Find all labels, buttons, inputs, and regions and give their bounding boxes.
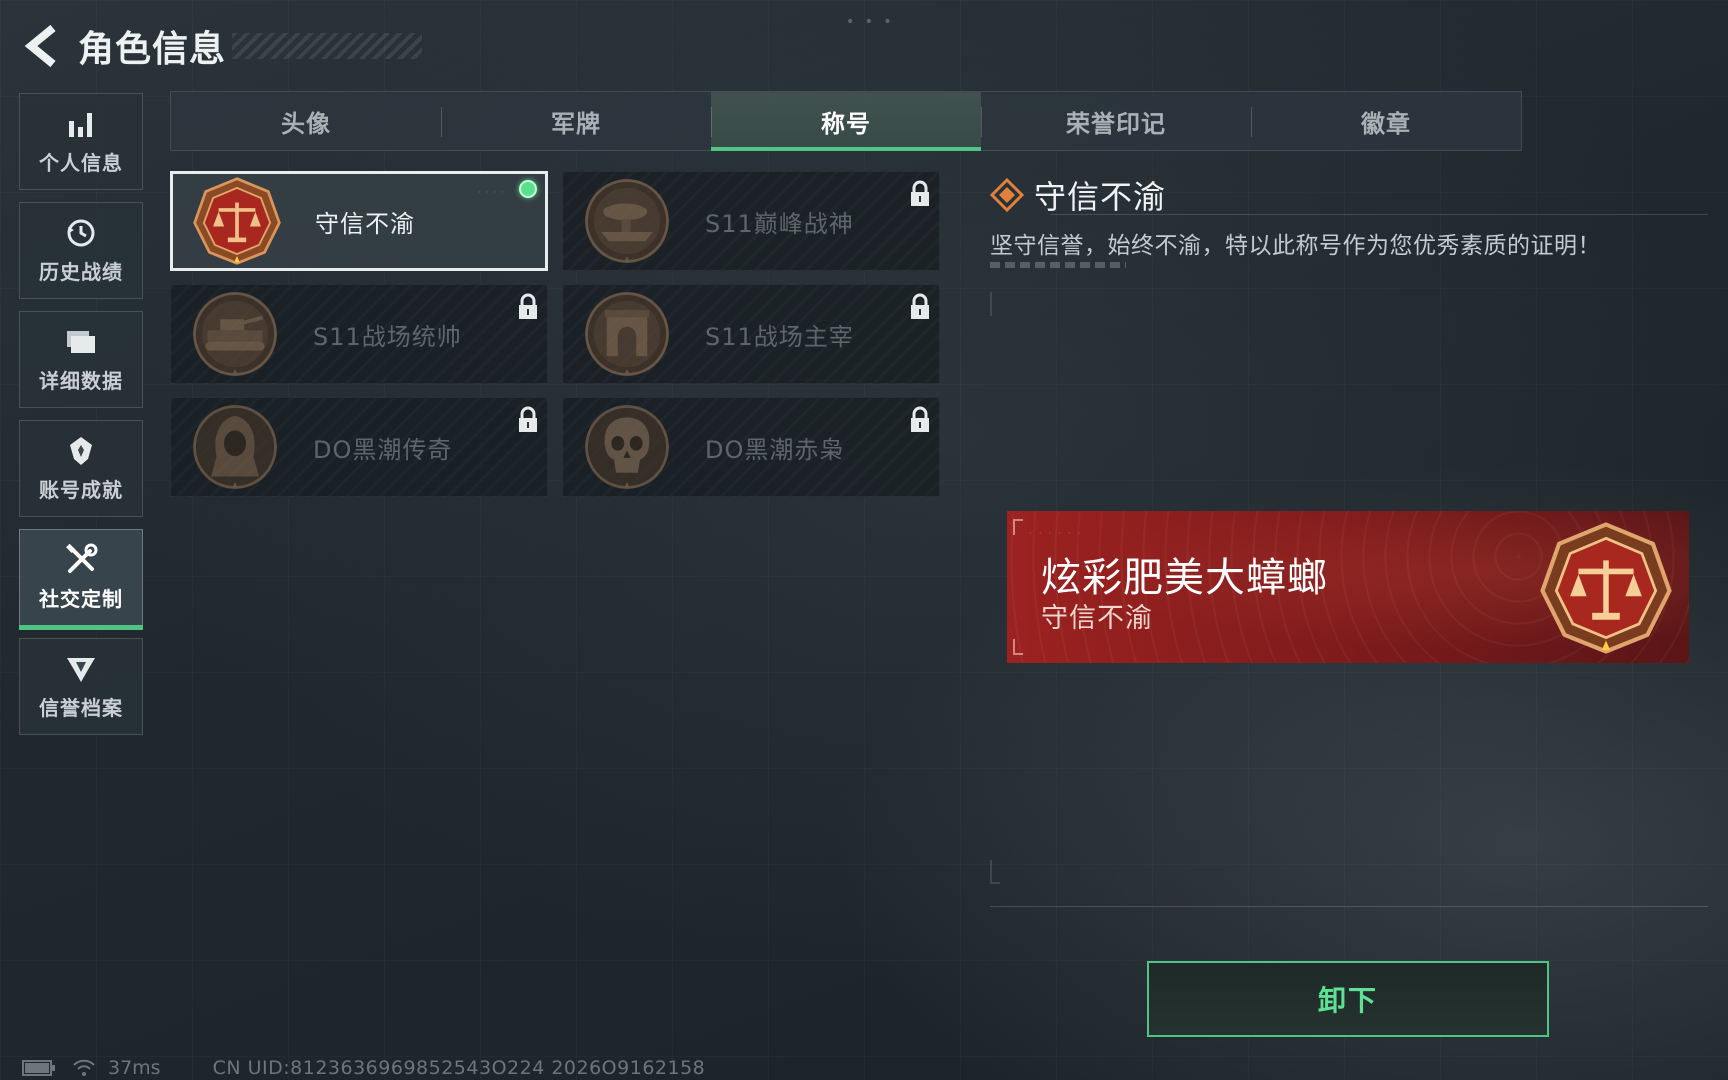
- back-arrow-icon: [24, 24, 56, 68]
- tab-honor-mark[interactable]: 荣誉印记: [981, 92, 1251, 150]
- detail-title: 守信不渝: [1034, 178, 1167, 216]
- diamond-rank-icon: [990, 178, 1024, 212]
- scales-medal-icon: [193, 177, 281, 265]
- achievement-badge-icon: [64, 434, 98, 468]
- tab-dog-tag[interactable]: 军牌: [441, 92, 711, 150]
- lock-icon: [519, 406, 537, 432]
- airship-medal-icon: [585, 179, 669, 263]
- arch-medal-icon: [585, 292, 669, 376]
- detail-decoration: [990, 262, 1126, 268]
- hooded-figure-medal-icon: [193, 405, 277, 489]
- tank-medal-icon: [193, 292, 277, 376]
- user-uid: CN UID:8123636969852543O224 2026O9162158: [212, 1057, 706, 1079]
- lock-icon: [911, 406, 929, 432]
- top-decoration-dots: • • •: [846, 14, 895, 30]
- wifi-icon: [72, 1058, 98, 1078]
- sidebar: 个人信息 历史战绩 详细数据 账号成就 社交定制 信誉档案: [19, 93, 143, 747]
- status-bar: 37ms CN UID:8123636969852543O224 2026O91…: [22, 1056, 705, 1080]
- sidebar-item-achievements[interactable]: 账号成就: [19, 420, 143, 517]
- tab-bar: 头像 军牌 称号 荣誉印记 徽章: [170, 91, 1522, 151]
- sidebar-item-detailed-data[interactable]: 详细数据: [19, 311, 143, 408]
- tools-icon: [64, 543, 98, 577]
- frame-divider: [990, 906, 1708, 907]
- lock-icon: [519, 293, 537, 319]
- bar-chart-icon: [64, 107, 98, 141]
- title-card[interactable]: 守信不渝 · · · ·: [170, 171, 548, 271]
- title-card[interactable]: S11巅峰战神: [562, 171, 940, 271]
- nameplate-title: 守信不渝: [1041, 603, 1153, 634]
- back-button[interactable]: [20, 21, 64, 71]
- sidebar-item-personal-info[interactable]: 个人信息: [19, 93, 143, 190]
- title-card-name: DO黑潮传奇: [313, 435, 453, 464]
- nameplate-corner: [1013, 639, 1023, 655]
- detail-header: 守信不渝: [990, 172, 1166, 218]
- sidebar-item-label: 社交定制: [39, 587, 123, 611]
- folder-icon: [64, 325, 98, 359]
- title-card[interactable]: DO黑潮传奇: [170, 397, 548, 497]
- sidebar-item-label: 账号成就: [39, 478, 123, 502]
- title-card[interactable]: DO黑潮赤枭: [562, 397, 940, 497]
- detail-divider: [1050, 214, 1708, 215]
- title-card[interactable]: S11战场主宰: [562, 284, 940, 384]
- tab-title[interactable]: 称号: [711, 92, 981, 151]
- nameplate-code-decoration: · · · · · ·: [1029, 529, 1083, 539]
- skull-medal-icon: [585, 405, 669, 489]
- sidebar-item-history[interactable]: 历史战绩: [19, 202, 143, 299]
- title-decoration: [232, 33, 423, 59]
- title-card-name: DO黑潮赤枭: [705, 435, 845, 464]
- nameplate-preview: · · · · · · 炫彩肥美大蟑螂 守信不渝: [1007, 511, 1689, 663]
- lock-icon: [911, 180, 929, 206]
- nameplate-player-name: 炫彩肥美大蟑螂: [1041, 555, 1328, 601]
- sidebar-item-credit-record[interactable]: 信誉档案: [19, 638, 143, 735]
- page-title: 角色信息: [78, 29, 227, 70]
- tab-avatar[interactable]: 头像: [171, 92, 441, 150]
- equipped-indicator: [519, 180, 537, 198]
- history-clock-icon: [64, 216, 98, 250]
- title-card-name: S11巅峰战神: [705, 209, 854, 238]
- ping-value: 37ms: [108, 1057, 161, 1079]
- unequip-button[interactable]: 卸下: [1147, 961, 1549, 1037]
- tab-badge[interactable]: 徽章: [1251, 92, 1521, 150]
- credit-shield-icon: [64, 652, 98, 686]
- frame-corner: [990, 860, 1000, 884]
- sidebar-item-label: 个人信息: [39, 151, 123, 175]
- frame-corner: [990, 292, 1000, 316]
- page-header: 角色信息: [20, 18, 423, 74]
- sidebar-item-social-custom[interactable]: 社交定制: [19, 529, 143, 630]
- title-card-name: S11战场主宰: [705, 322, 854, 351]
- lock-icon: [911, 293, 929, 319]
- nameplate-corner: [1013, 519, 1023, 535]
- title-card-name: 守信不渝: [315, 209, 415, 238]
- sidebar-item-label: 详细数据: [39, 369, 123, 393]
- battery-icon: [22, 1059, 58, 1077]
- scales-medal-icon: [1540, 522, 1672, 654]
- sidebar-item-label: 历史战绩: [39, 260, 123, 284]
- detail-description: 坚守信誉，始终不渝，特以此称号作为您优秀素质的证明！: [990, 233, 1601, 259]
- card-code-decoration: · · · ·: [477, 188, 505, 198]
- sidebar-item-label: 信誉档案: [39, 696, 123, 720]
- title-card-name: S11战场统帅: [313, 322, 462, 351]
- title-card[interactable]: S11战场统帅: [170, 284, 548, 384]
